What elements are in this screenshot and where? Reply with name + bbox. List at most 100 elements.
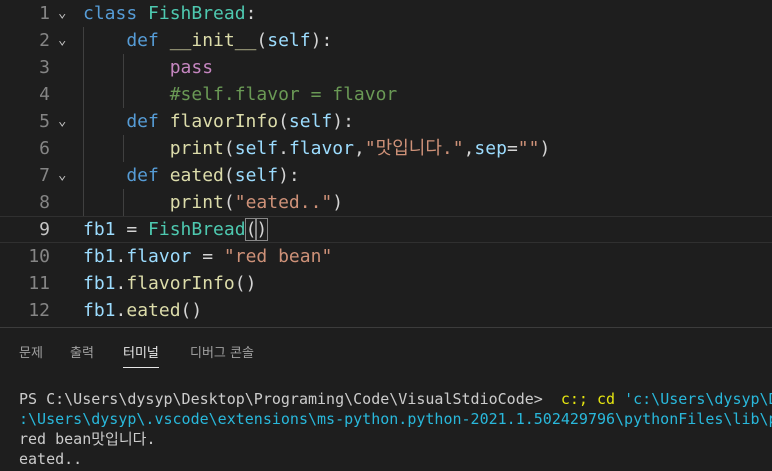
terminal-output[interactable]: PS C:\Users\dysyp\Desktop\Programing\Cod…: [19, 390, 772, 470]
code-line[interactable]: 5 ⌄ def flavorInfo(self):: [0, 108, 772, 135]
fold-chevron-icon[interactable]: ⌄: [58, 162, 78, 189]
terminal-text: red bean맛입니다.: [19, 430, 156, 448]
code-token: print: [169, 138, 224, 159]
code-line[interactable]: 10 fb1.flavor = "red bean": [0, 243, 772, 270]
code-text: #self.flavor = flavor: [83, 81, 398, 108]
code-line[interactable]: 6 print(self.flavor,"맛입니다.",sep=""): [0, 135, 772, 162]
code-token: self: [288, 111, 333, 132]
code-token: .: [115, 273, 127, 294]
tab-output[interactable]: 출력: [70, 342, 94, 361]
code-token: flavorInfo: [126, 273, 235, 294]
terminal-line: PS C:\Users\dysyp\Desktop\Programing\Cod…: [19, 390, 772, 410]
code-token: #self.flavor = flavor: [83, 84, 398, 105]
code-token: def: [83, 30, 170, 51]
code-text: def eated(self):: [83, 162, 299, 189]
line-number: 4: [39, 84, 50, 105]
code-text: def flavorInfo(self):: [83, 108, 354, 135]
tab-problems[interactable]: 문제: [19, 342, 43, 361]
code-token: fb1: [83, 300, 116, 321]
code-token: eated: [126, 300, 181, 321]
code-token: "eated..": [234, 192, 333, 213]
line-number: 7: [39, 165, 50, 186]
code-line[interactable]: 8 print("eated.."): [0, 189, 772, 216]
terminal-line: red bean맛입니다.: [19, 430, 772, 450]
code-line[interactable]: 7 ⌄ def eated(self):: [0, 162, 772, 189]
code-token: __init__: [169, 30, 257, 51]
terminal-text: :\Users\dysyp\.vscode\extensions\ms-pyth…: [19, 410, 772, 428]
code-token: def: [83, 165, 170, 186]
code-token: ,: [463, 138, 475, 159]
code-token: flavor: [288, 138, 354, 159]
code-token: (: [223, 192, 235, 213]
code-token: (: [223, 138, 235, 159]
code-token: =: [191, 246, 224, 267]
code-token: "": [517, 138, 540, 159]
code-token: FishBread: [148, 219, 246, 240]
code-text: print("eated.."): [83, 189, 343, 216]
code-line[interactable]: 12 fb1.eated(): [0, 297, 772, 324]
code-token: flavor: [126, 246, 192, 267]
line-number: 1: [39, 3, 50, 24]
code-text: fb1 = FishBread(): [83, 217, 269, 242]
code-token: fb1: [83, 219, 116, 240]
terminal-line: :\Users\dysyp\.vscode\extensions\ms-pyth…: [19, 410, 772, 430]
code-text: fb1.flavor = "red bean": [83, 243, 332, 270]
code-editor[interactable]: 1 ⌄ class FishBread: 2 ⌄ def __init__(self):…: [0, 0, 772, 327]
code-text: pass: [83, 54, 213, 81]
code-token: (: [256, 30, 268, 51]
code-token: ):: [332, 111, 354, 132]
code-token: .: [115, 300, 127, 321]
tab-terminal[interactable]: 터미널: [123, 342, 159, 368]
fold-chevron-icon[interactable]: ⌄: [58, 0, 78, 27]
code-token: "red bean": [223, 246, 333, 267]
code-token: .: [115, 246, 127, 267]
code-token: ,: [353, 138, 365, 159]
line-number: 12: [28, 300, 50, 321]
code-line[interactable]: 4 #self.flavor = flavor: [0, 81, 772, 108]
fold-chevron-icon[interactable]: ⌄: [58, 27, 78, 54]
code-token: ):: [310, 30, 333, 51]
code-token: (): [180, 300, 203, 321]
code-token: ): [539, 138, 551, 159]
tab-debug-console[interactable]: 디버그 콘솔: [190, 342, 254, 361]
line-number: 3: [39, 57, 50, 78]
code-token: .: [278, 138, 289, 159]
code-token: fb1: [83, 246, 116, 267]
code-text: def __init__(self):: [83, 27, 332, 54]
code-line[interactable]: 2 ⌄ def __init__(self):: [0, 27, 772, 54]
code-token: fb1: [83, 273, 116, 294]
code-token: =: [115, 219, 149, 240]
code-line[interactable]: 1 ⌄ class FishBread:: [0, 0, 772, 27]
line-number: 6: [39, 138, 50, 159]
code-token: def: [83, 111, 170, 132]
line-number: 9: [39, 219, 50, 240]
code-line[interactable]: 11 fb1.flavorInfo(): [0, 270, 772, 297]
code-text: fb1.eated(): [83, 297, 202, 324]
line-number: 8: [39, 192, 50, 213]
fold-chevron-icon[interactable]: ⌄: [58, 108, 78, 135]
code-text: class FishBread:: [83, 0, 256, 27]
code-line[interactable]: 9 fb1 = FishBread(): [0, 216, 772, 243]
code-token: eated: [169, 165, 224, 186]
terminal-text: 'c:\Users\dysyp\Desktop\Programing\Code\…: [624, 390, 772, 408]
code-token: self: [234, 138, 279, 159]
line-number: 11: [28, 273, 50, 294]
code-token: ): [332, 192, 344, 213]
terminal-text: c:; cd: [560, 390, 625, 408]
code-line[interactable]: 3 pass: [0, 54, 772, 81]
terminal-text: eated..: [19, 450, 83, 468]
terminal-line: eated..: [19, 450, 772, 470]
code-token: =: [506, 138, 518, 159]
code-token: (: [223, 165, 235, 186]
code-token: "맛입니다.": [364, 138, 464, 159]
terminal-text: PS C:\Users\dysyp\Desktop\Programing\Cod…: [19, 390, 561, 408]
code-token: flavorInfo: [169, 111, 279, 132]
code-token: ): [255, 218, 269, 241]
code-token: :: [245, 3, 257, 24]
code-token: FishBread: [148, 3, 246, 24]
line-number: 2: [39, 30, 50, 51]
code-token: (: [278, 111, 289, 132]
code-token: self: [267, 30, 311, 51]
code-token: pass: [83, 57, 214, 78]
